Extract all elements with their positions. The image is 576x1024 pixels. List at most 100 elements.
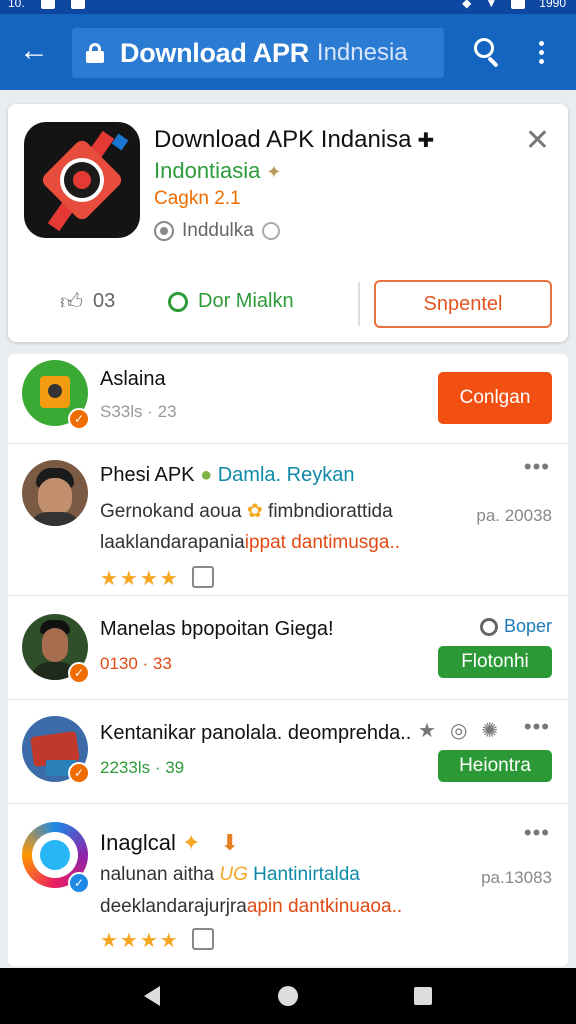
verified-badge-icon: ✓ xyxy=(68,872,90,894)
list-item[interactable]: ✓ Inaglcal ✦ ⬇ ••• nalunan aitha UG Hant… xyxy=(8,804,568,966)
app-region: Inddulka xyxy=(154,220,280,242)
circle-icon xyxy=(479,617,498,636)
thumbs-up-icon: 👍︎ xyxy=(60,289,83,314)
desc-link[interactable]: Hantinirtalda xyxy=(253,864,360,885)
region-text: Inddulka xyxy=(182,220,254,241)
item-meta: S33ls · 23 xyxy=(100,402,177,421)
support-button[interactable]: Snpentel xyxy=(374,280,552,328)
tag-icon[interactable] xyxy=(192,928,214,950)
item-name: Kentanikar panolala. deomprehda.. xyxy=(100,722,412,744)
install-button[interactable]: Conlgan xyxy=(438,372,552,424)
item-meta-text: 0130 · 33 xyxy=(100,654,172,673)
list-item[interactable]: Phesi APK ● Damla. Reykan ••• Gernokand … xyxy=(8,444,568,596)
item-desc-line-2: deeklandarajurjraapin dantkinuaoa.. xyxy=(100,896,402,918)
notification-icon-2 xyxy=(70,0,85,9)
app-logo-icon[interactable] xyxy=(24,122,140,238)
list-item[interactable]: ✓ Kentanikar panolala. deomprehda.. ★ ◎ … xyxy=(8,700,568,804)
lock-icon xyxy=(86,43,104,63)
close-icon[interactable]: ✕ xyxy=(525,126,550,156)
back-arrow-icon[interactable]: ← xyxy=(18,36,50,68)
status-time: 10. xyxy=(8,0,25,10)
rating-stars: ★★★★ xyxy=(100,568,180,590)
app-version: Cagkn 2.1 xyxy=(154,188,241,209)
list-item[interactable]: ✓ Manelas bpopoitan Giega! 0130 · 33 Bop… xyxy=(8,596,568,700)
app-info-card: Download APK Indanisa ✚ Indontiasia ✦ Cagk… xyxy=(8,104,568,342)
item-name-text: Phesi APK xyxy=(100,464,195,486)
item-name: Phesi APK ● Damla. Reykan xyxy=(100,464,354,487)
reviewer-name: Dor Mialkn xyxy=(198,290,294,312)
item-name: Manelas bpopoitan Giega! xyxy=(100,618,334,640)
search-person-icon xyxy=(168,291,188,312)
item-side-meta: pa.13083 xyxy=(481,868,552,887)
system-nav-bar xyxy=(0,968,576,1024)
status-bar: 10. ◆ ▼ 1990 xyxy=(0,0,576,14)
sparkle-icon: ✦ xyxy=(266,162,282,182)
desc-highlight: ippat dantimusga.. xyxy=(244,532,400,553)
desc-text: nalunan aitha xyxy=(100,864,215,885)
sparkle-icon: ✦ xyxy=(181,830,201,855)
desc-text-3: laaklandarapania xyxy=(100,532,245,553)
overflow-menu-icon[interactable] xyxy=(530,38,552,70)
item-tag[interactable]: Boper xyxy=(479,616,552,637)
nav-recents-icon[interactable] xyxy=(414,987,432,1005)
star-icon[interactable]: ★ xyxy=(418,718,436,743)
app-developer[interactable]: Indontiasia ✦ xyxy=(154,158,282,184)
app-title-text: Download APK Indanisa xyxy=(154,126,412,153)
like-button[interactable]: 👍︎ 03 xyxy=(60,288,115,315)
globe-icon[interactable]: ◎ xyxy=(450,718,467,743)
check-badge-icon: ● xyxy=(200,464,213,486)
more-options-icon[interactable]: ••• xyxy=(524,454,550,480)
item-meta: 0130 · 33 xyxy=(100,654,172,674)
item-name: Inaglcal ✦ ⬇ xyxy=(100,830,239,856)
address-subtitle: Indnesia xyxy=(316,39,408,66)
action-button[interactable]: Heiontra xyxy=(438,750,552,782)
info-icon xyxy=(261,222,280,240)
desc-text-2: deeklandarajurjra xyxy=(100,896,247,917)
address-bar[interactable]: Download APR Indnesia xyxy=(72,28,444,78)
more-options-icon[interactable]: ••• xyxy=(524,820,550,846)
app-title: Download APK Indanisa ✚ xyxy=(154,126,434,154)
badge-icon: ✚ xyxy=(417,130,435,152)
item-desc-line-1: Gernokand aoua ✿ fimbndiorattida xyxy=(100,500,393,523)
wifi-icon: ▼ xyxy=(485,0,498,10)
like-count: 03 xyxy=(93,290,116,312)
developer-name: Indontiasia xyxy=(154,158,261,183)
desc-highlight: apin dantkinuaoa.. xyxy=(246,896,403,917)
notification-icon xyxy=(40,0,55,9)
desc-text-2: fimbndiorattida xyxy=(268,501,393,522)
more-options-icon[interactable]: ••• xyxy=(524,714,550,740)
battery-icon xyxy=(511,0,526,9)
app-bar: ← Download APR Indnesia xyxy=(0,14,576,90)
address-title: Download APR xyxy=(120,37,309,68)
item-tag[interactable]: Damla. Reykan xyxy=(218,464,355,486)
list-item[interactable]: ✓ Aslaina S33ls · 23 Conlgan xyxy=(8,354,568,444)
tag-icon[interactable] xyxy=(192,566,214,588)
item-icons: ★ ◎ ✺ xyxy=(418,718,498,743)
desc-accent: UG xyxy=(219,864,248,885)
verified-badge-icon: ✓ xyxy=(68,762,90,784)
signal-icon: ◆ xyxy=(462,0,472,10)
divider xyxy=(358,282,360,326)
item-meta: 2233ls · 39 xyxy=(100,758,185,777)
item-name: Aslaina xyxy=(100,368,166,390)
settings-icon[interactable]: ✺ xyxy=(481,718,498,743)
download-icon[interactable]: ⬇ xyxy=(221,830,239,855)
search-icon[interactable] xyxy=(470,36,504,70)
rating-stars: ★★★★ xyxy=(100,930,180,952)
item-desc-line-1: nalunan aitha UG Hantinirtalda xyxy=(100,864,360,886)
app-list: ✓ Aslaina S33ls · 23 Conlgan Phesi APK ●… xyxy=(8,354,568,966)
nav-home-icon[interactable] xyxy=(278,986,298,1006)
action-button[interactable]: Flotonhi xyxy=(438,646,552,678)
item-name-text: Inaglcal xyxy=(100,830,176,855)
item-desc-line-2: laaklandarapaniaippat dantimusga.. xyxy=(100,532,400,554)
status-clock: 1990 xyxy=(539,0,566,10)
item-side-meta: pa. 20038 xyxy=(476,506,552,525)
user-avatar xyxy=(22,460,88,526)
verified-badge-icon: ✓ xyxy=(68,662,90,684)
location-icon xyxy=(154,221,174,241)
reviewer-link[interactable]: Dor Mialkn xyxy=(168,290,294,313)
nav-back-icon[interactable] xyxy=(144,986,160,1006)
item-tag-text: Boper xyxy=(503,616,552,636)
emoji-icon: ✿ xyxy=(246,501,263,522)
desc-text: Gernokand aoua xyxy=(100,501,242,522)
